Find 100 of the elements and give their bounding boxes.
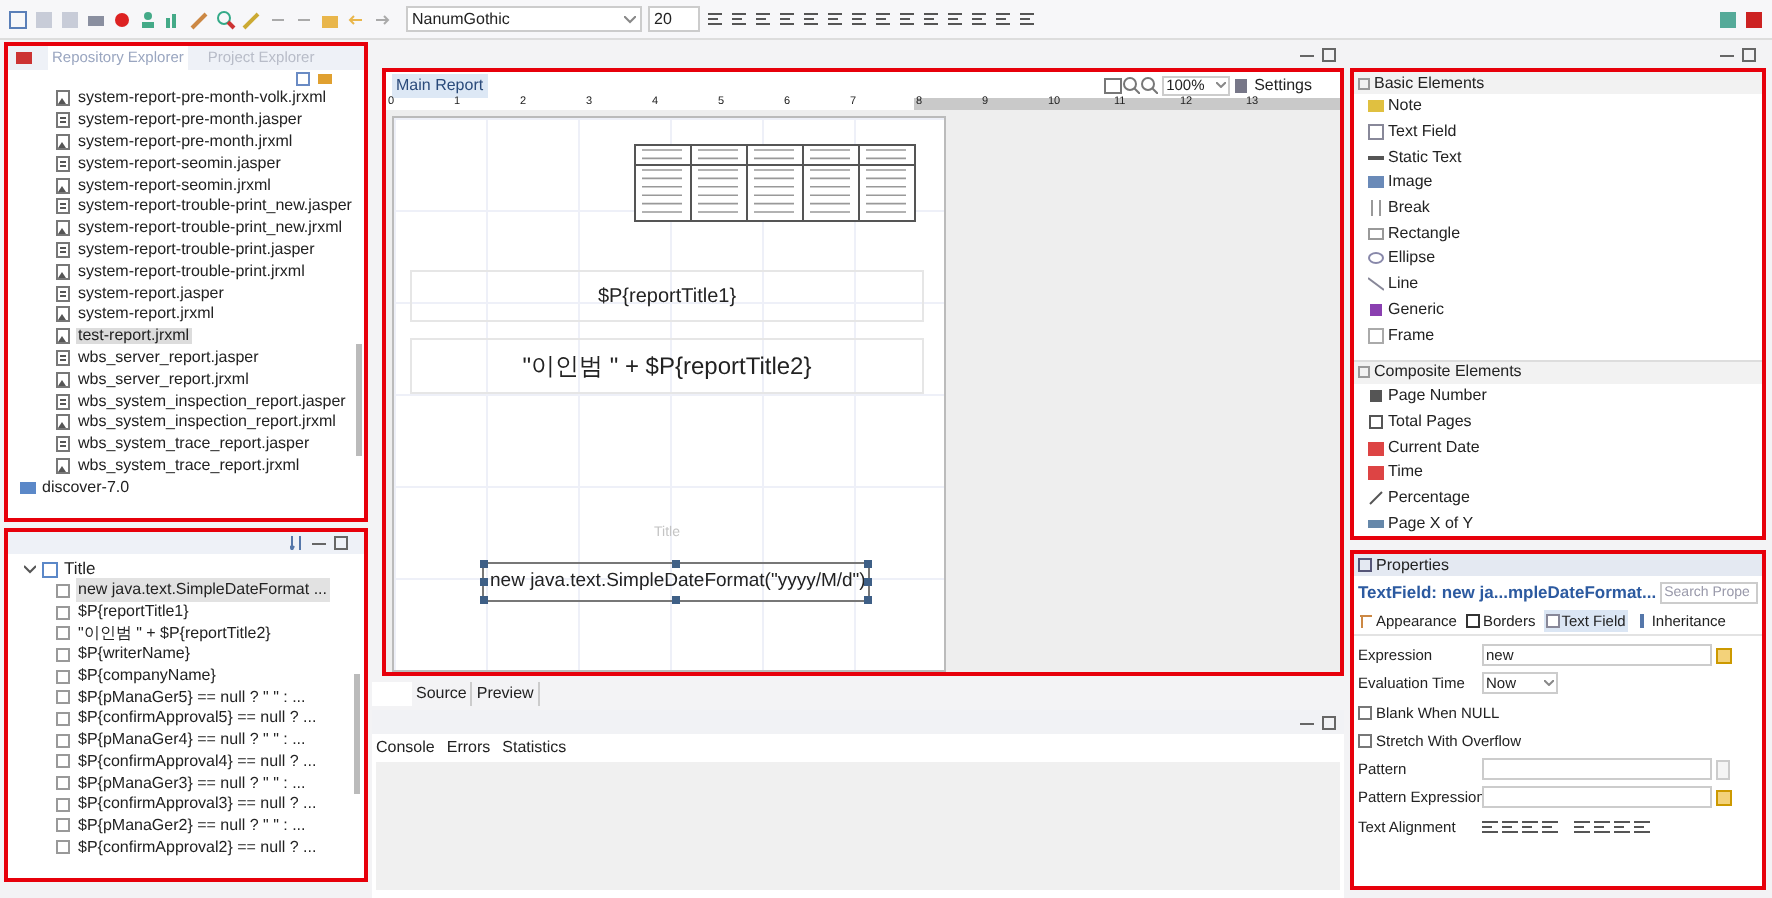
tree-item[interactable]: $P{writerName} (76, 642, 193, 667)
expression-editor-icon[interactable] (1716, 789, 1732, 806)
file-item[interactable]: system-report.jrxml (76, 306, 217, 323)
tree-item[interactable]: $P{confirmApproval4} == null ? ... (76, 749, 319, 774)
align-right-icon[interactable] (850, 10, 868, 28)
folder-item[interactable]: discover-7.0 (42, 475, 130, 500)
palette-item[interactable]: Image (1388, 170, 1433, 195)
resize-handle[interactable] (864, 560, 872, 568)
font-select[interactable]: NanumGothic (406, 6, 642, 32)
tree-item[interactable]: $P{pManaGer3} == null ? " " : ... (76, 771, 308, 796)
magnifier-icon[interactable] (216, 9, 236, 29)
file-item[interactable]: system-report-pre-month.jasper (76, 112, 305, 129)
justify-icon[interactable] (874, 10, 892, 28)
tree-item[interactable]: $P{companyName} (76, 664, 218, 689)
tree-item[interactable]: $P{confirmApproval2} == null ? ... (76, 835, 319, 860)
editor-mode-tab[interactable]: Preview (472, 682, 540, 706)
file-item[interactable]: system-report-trouble-print_new.jrxml (76, 220, 345, 237)
tree-item[interactable]: $P{pManaGer5} == null ? " " : ... (76, 685, 308, 710)
input-field[interactable] (1482, 758, 1712, 781)
palette-item[interactable]: Page X of Y (1388, 511, 1474, 536)
text-field[interactable]: $P{reportTitle1} (410, 270, 924, 322)
record-icon[interactable] (112, 9, 132, 29)
person-icon[interactable] (138, 9, 158, 29)
align-left-icon[interactable] (1482, 819, 1498, 834)
drawer-icon[interactable] (1358, 366, 1370, 379)
palette-item[interactable]: Text Field (1388, 120, 1457, 145)
drawer-icon[interactable] (1358, 77, 1370, 89)
file-item[interactable]: wbs_system_inspection_report.jrxml (76, 414, 338, 431)
file-item[interactable]: system-report-pre-month.jrxml (76, 133, 295, 150)
resize-handle[interactable] (672, 596, 680, 604)
palette-item[interactable]: Page Number (1388, 384, 1487, 409)
tree-item[interactable]: $P{confirmApproval3} == null ? ... (76, 792, 319, 817)
resize-handle[interactable] (480, 578, 488, 586)
file-item[interactable]: test-report.jrxml (76, 328, 192, 345)
file-item[interactable]: wbs_system_trace_report.jasper (76, 436, 312, 453)
maximize-icon[interactable] (1322, 715, 1336, 729)
maximize-icon[interactable] (334, 536, 348, 550)
file-item[interactable]: wbs_server_report.jasper (76, 349, 261, 366)
align-right-icon[interactable] (1522, 819, 1538, 834)
collapse-icon[interactable] (296, 72, 310, 86)
palette-item[interactable]: Generic (1388, 297, 1445, 322)
tree-item[interactable]: $P{pManaGer2} == null ? " " : ... (76, 813, 308, 838)
align-center-icon[interactable] (1502, 819, 1518, 834)
palette-item[interactable]: Current Date (1388, 435, 1480, 460)
tree-item[interactable]: $P{reportTitle1} (76, 600, 191, 625)
maximize-icon[interactable] (1742, 47, 1756, 61)
resize-handle[interactable] (672, 560, 680, 568)
palette-item[interactable]: Note (1388, 94, 1422, 119)
justify-icon[interactable] (1542, 819, 1558, 834)
palette-item[interactable]: Break (1388, 196, 1430, 221)
file-item[interactable]: system-report-seomin.jasper (76, 155, 283, 172)
zoom-in-icon[interactable] (1122, 76, 1141, 94)
file-item[interactable]: system-report-pre-month-volk.jrxml (76, 90, 329, 107)
checkbox[interactable] (1358, 733, 1372, 748)
file-item[interactable]: system-report-trouble-print_new.jasper (76, 198, 354, 215)
layout-icon[interactable] (1104, 77, 1123, 93)
file-item[interactable]: wbs_system_trace_report.jrxml (76, 457, 302, 474)
palette-item[interactable]: Frame (1388, 323, 1435, 348)
palette-item[interactable]: Ellipse (1388, 246, 1436, 271)
selected-text-field[interactable]: new java.text.SimpleDateFormat("yyyy/M/d") (482, 562, 870, 602)
palette-item[interactable]: Line (1388, 272, 1419, 297)
file-item[interactable]: wbs_system_inspection_report.jasper (76, 393, 348, 410)
tree-item[interactable]: Title (64, 556, 96, 582)
text-field[interactable]: "이인범 " + $P{reportTitle2} (410, 338, 924, 394)
console-tab[interactable]: Errors (446, 736, 491, 760)
checkbox[interactable] (1358, 705, 1372, 720)
settings-button[interactable]: Settings (1248, 73, 1318, 97)
properties-tab[interactable]: Properties (1376, 554, 1449, 577)
resize-handle[interactable] (864, 578, 872, 586)
scrollbar-thumb[interactable] (354, 674, 360, 794)
palette-item[interactable]: Time (1388, 460, 1423, 485)
file-item[interactable]: system-report-trouble-print.jasper (76, 241, 317, 258)
palette-item[interactable]: Percentage (1388, 485, 1470, 510)
palette-item[interactable]: Static Text (1388, 145, 1462, 170)
input-field[interactable] (1482, 786, 1712, 809)
tree-item[interactable]: "이인범 " + $P{reportTitle2} (76, 621, 273, 646)
resize-handle[interactable] (864, 596, 872, 604)
palette-item[interactable]: Rectangle (1388, 221, 1461, 246)
new-file-icon[interactable] (8, 9, 28, 29)
align-left-icon[interactable] (802, 10, 820, 28)
sort-icon[interactable] (290, 536, 304, 550)
font-size-field[interactable]: 20 (648, 6, 700, 32)
scrollbar-thumb[interactable] (355, 344, 362, 456)
tree-item[interactable]: new java.text.SimpleDateFormat ... (76, 578, 329, 603)
console-tab[interactable]: Statistics (502, 736, 567, 760)
file-item[interactable]: wbs_server_report.jrxml (76, 371, 251, 388)
resize-handle[interactable] (480, 596, 488, 604)
align-center-icon[interactable] (826, 10, 844, 28)
file-item[interactable]: system-report-seomin.jrxml (76, 177, 273, 194)
resize-handle[interactable] (480, 560, 488, 568)
editor-tab[interactable]: Main Report (392, 73, 488, 97)
tree-item[interactable]: $P{confirmApproval5} == null ? ... (76, 706, 319, 731)
expression-editor-icon[interactable] (1716, 647, 1732, 664)
editor-mode-tab[interactable]: Source (412, 682, 473, 706)
tree-item[interactable]: $P{pManaGer4} == null ? " " : ... (76, 728, 308, 753)
file-item[interactable]: system-report.jasper (76, 285, 226, 302)
zoom-out-icon[interactable] (1140, 76, 1159, 94)
palette-item[interactable]: Total Pages (1388, 409, 1472, 434)
file-item[interactable]: system-report-trouble-print.jrxml (76, 263, 307, 280)
console-tab[interactable]: Console (376, 736, 435, 760)
